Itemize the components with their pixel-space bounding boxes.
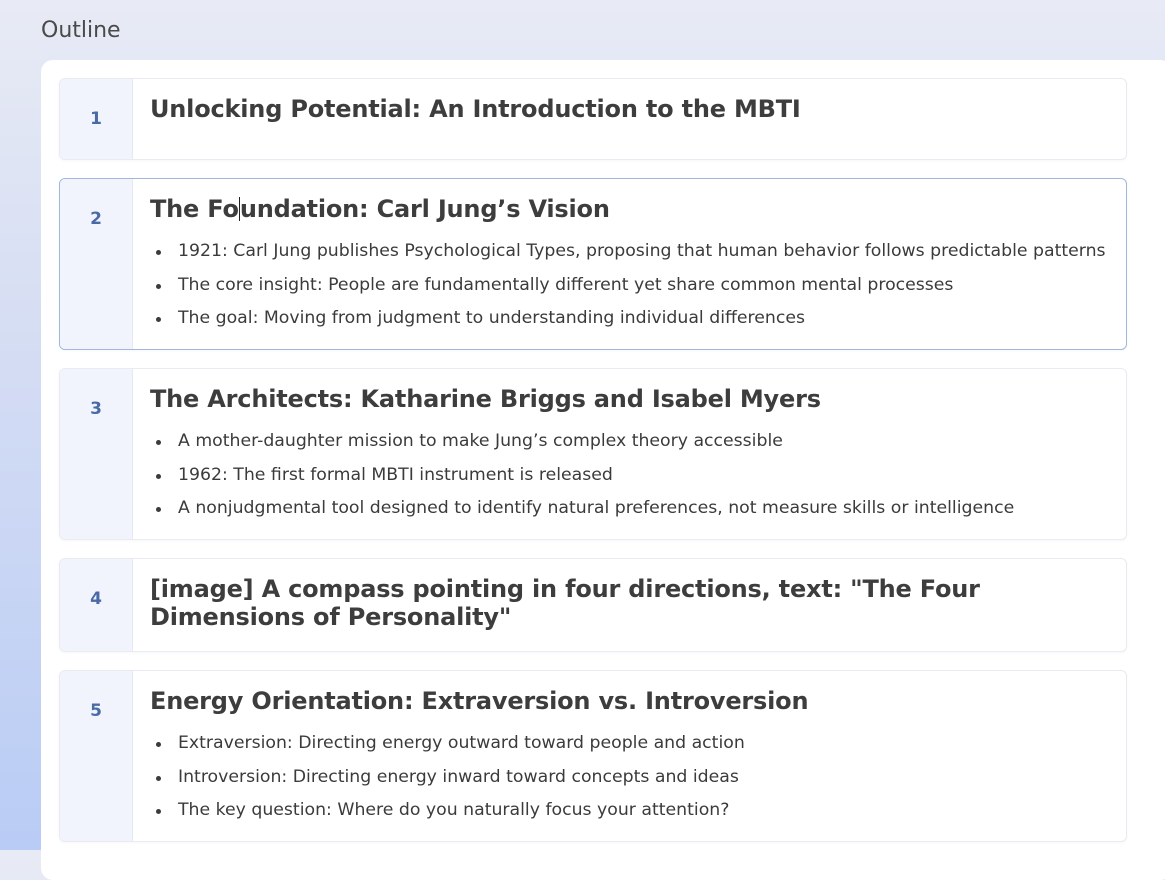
bullet-item[interactable]: 1962: The first formal MBTI instrument i…: [150, 459, 1100, 493]
slide-number: 4: [90, 589, 102, 609]
slide-number: 5: [90, 701, 102, 721]
bullet-item[interactable]: Introversion: Directing energy inward to…: [150, 761, 1100, 795]
slide-title[interactable]: Unlocking Potential: An Introduction to …: [150, 95, 1100, 123]
slide-number-column: 1: [60, 79, 133, 159]
bullet-item[interactable]: 1921: Carl Jung publishes Psychological …: [150, 235, 1106, 269]
page-title: Outline: [41, 18, 121, 43]
bullet-item[interactable]: Extraversion: Directing energy outward t…: [150, 727, 1100, 761]
slide-card-5[interactable]: 5 Energy Orientation: Extraversion vs. I…: [59, 670, 1127, 842]
slide-number-column: 3: [60, 369, 133, 539]
slide-number: 1: [90, 109, 102, 129]
bullet-list: Extraversion: Directing energy outward t…: [150, 727, 1100, 828]
bullet-item[interactable]: A nonjudgmental tool designed to identif…: [150, 492, 1100, 526]
slide-title[interactable]: The Foundation: Carl Jung’s Vision: [150, 195, 1100, 223]
slide-card-1[interactable]: 1 Unlocking Potential: An Introduction t…: [59, 78, 1127, 160]
slide-title[interactable]: Energy Orientation: Extraversion vs. Int…: [150, 687, 1100, 715]
bullet-item[interactable]: The core insight: People are fundamental…: [150, 269, 1100, 303]
slide-card-2[interactable]: 2 The Foundation: Carl Jung’s Vision 192…: [59, 178, 1127, 350]
outline-panel: 1 Unlocking Potential: An Introduction t…: [41, 60, 1165, 880]
bullet-item[interactable]: The key question: Where do you naturally…: [150, 794, 1100, 828]
slide-number-column: 5: [60, 671, 133, 841]
slide-title-text-after-caret: undation: Carl Jung’s Vision: [239, 195, 610, 223]
slide-title[interactable]: [image] A compass pointing in four direc…: [150, 575, 1100, 631]
slide-number: 3: [90, 399, 102, 419]
slide-title-text-before-caret: The Fo: [150, 195, 239, 223]
slide-title[interactable]: The Architects: Katharine Briggs and Isa…: [150, 385, 1100, 413]
slide-number-column: 2: [60, 179, 133, 349]
bullet-list: A mother-daughter mission to make Jung’s…: [150, 425, 1100, 526]
bullet-item[interactable]: The goal: Moving from judgment to unders…: [150, 302, 1100, 336]
slide-card-3[interactable]: 3 The Architects: Katharine Briggs and I…: [59, 368, 1127, 540]
slide-card-4[interactable]: 4 [image] A compass pointing in four dir…: [59, 558, 1127, 652]
bullet-item[interactable]: A mother-daughter mission to make Jung’s…: [150, 425, 1100, 459]
slide-number: 2: [90, 209, 102, 229]
slide-number-column: 4: [60, 559, 133, 651]
bullet-list: 1921: Carl Jung publishes Psychological …: [150, 235, 1106, 336]
